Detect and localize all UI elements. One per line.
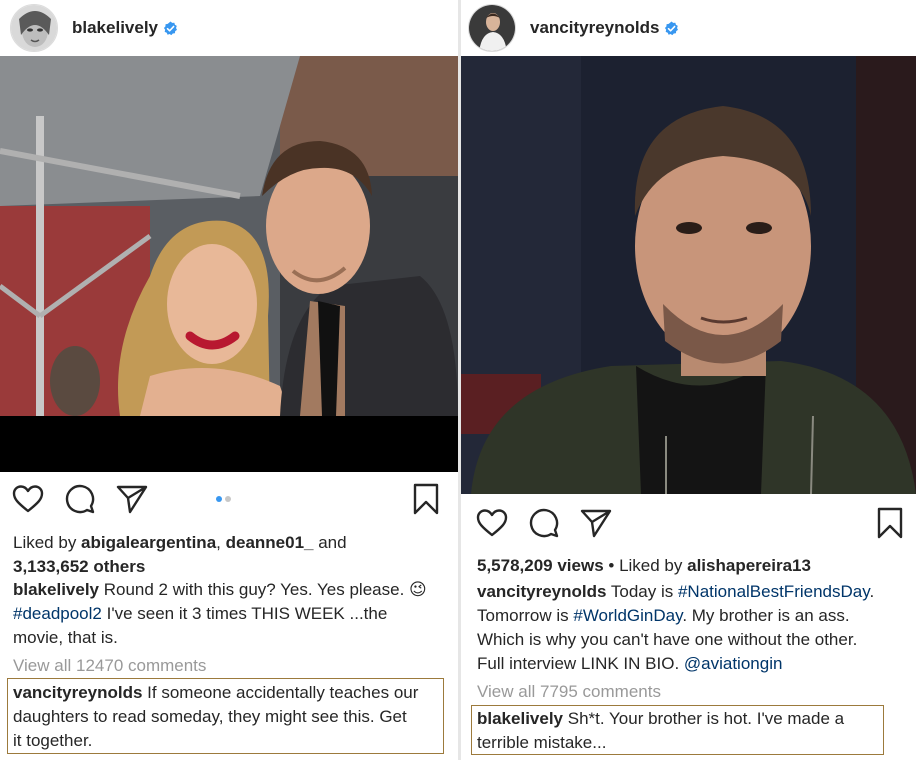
comment-text: daughters to read someday, they might se… <box>13 707 407 726</box>
views-count[interactable]: 5,578,209 views <box>477 556 604 575</box>
post-header: blakelively <box>0 0 458 56</box>
carousel-dot-active <box>216 496 222 502</box>
heart-icon <box>476 509 508 537</box>
carousel-indicator <box>216 496 231 502</box>
mention-link[interactable]: @aviationgin <box>684 654 783 673</box>
comment-icon <box>529 508 559 538</box>
avatar[interactable] <box>468 4 516 52</box>
likes-summary: Liked by abigaleargentina, deanne01_ and… <box>13 531 453 579</box>
caption-text: Today is <box>606 582 678 601</box>
like-button[interactable] <box>11 482 45 516</box>
carousel-dot <box>225 496 231 502</box>
hashtag-link[interactable]: #WorldGinDay <box>573 606 682 625</box>
liked-user-link[interactable]: alishapereira13 <box>687 556 811 575</box>
comment: blakelively Sh*t. Your brother is hot. I… <box>477 707 913 755</box>
comment: vancityreynolds If someone accidentally … <box>13 681 453 753</box>
username[interactable]: vancityreynolds <box>530 18 659 38</box>
comment-text: terrible mistake... <box>477 733 607 752</box>
comment-text: it together. <box>13 731 93 750</box>
caption-text: Full interview LINK IN BIO. <box>477 654 684 673</box>
liked-by-label: • Liked by <box>603 556 688 575</box>
view-all-comments-link[interactable]: View all 7795 comments <box>477 680 913 704</box>
hashtag-link[interactable]: #deadpool2 <box>13 604 102 623</box>
caption-text: movie, that is. <box>13 628 118 647</box>
interview-video-frame <box>461 56 916 494</box>
post-actions <box>0 482 458 522</box>
username[interactable]: blakelively <box>72 18 158 38</box>
save-button[interactable] <box>409 482 443 516</box>
post-video[interactable] <box>461 56 916 494</box>
bookmark-icon <box>877 507 903 539</box>
verified-badge-icon <box>163 20 177 35</box>
post-caption: vancityreynolds Today is #NationalBestFr… <box>477 580 913 676</box>
post-actions <box>461 506 916 546</box>
share-icon <box>580 509 612 538</box>
like-button[interactable] <box>475 506 509 540</box>
comment-username[interactable]: vancityreynolds <box>13 683 142 702</box>
comment-username[interactable]: blakelively <box>477 709 563 728</box>
caption-username[interactable]: vancityreynolds <box>477 582 606 601</box>
caption-text: Tomorrow is <box>477 606 574 625</box>
share-button[interactable] <box>579 506 613 540</box>
comment-button[interactable] <box>527 506 561 540</box>
liked-user-link[interactable]: deanne01_ <box>226 533 314 552</box>
caption-text: . <box>869 582 875 601</box>
bookmark-icon <box>413 483 439 515</box>
caption-text: Which is why you can't have one without … <box>477 630 858 649</box>
liked-others-link[interactable]: 3,133,652 others <box>13 555 453 579</box>
heart-icon <box>12 485 44 513</box>
caption-username[interactable]: blakelively <box>13 580 99 599</box>
liked-by-label: Liked by <box>13 533 82 552</box>
liked-user-link[interactable]: abigaleargentina <box>81 533 216 552</box>
caption-text: . My brother is an ass. <box>682 606 850 625</box>
share-button[interactable] <box>115 482 149 516</box>
post-header: vancityreynolds <box>461 0 916 56</box>
post-right: vancityreynolds 5,578,209 views • Liked … <box>461 0 916 760</box>
liked-and-label: and <box>313 533 347 552</box>
wink-emoji: 😉 <box>409 580 427 599</box>
verified-badge-icon <box>665 20 679 35</box>
couple-selfie-image <box>0 56 458 472</box>
hashtag-link[interactable]: #NationalBestFriendsDay <box>678 582 870 601</box>
views-summary: 5,578,209 views • Liked by alishapereira… <box>477 554 913 578</box>
share-icon <box>116 485 148 514</box>
view-all-comments-link[interactable]: View all 12470 comments <box>13 654 453 678</box>
post-photo[interactable] <box>0 56 458 472</box>
post-left: blakelively Liked by abigaleargentina, d… <box>0 0 458 760</box>
caption-text: I've seen it 3 times THIS WEEK ...the <box>101 604 388 623</box>
save-button[interactable] <box>873 506 907 540</box>
separator: , <box>216 533 226 552</box>
avatar[interactable] <box>10 4 58 52</box>
comment-text: Sh*t. Your brother is hot. I've made a <box>563 709 845 728</box>
post-caption: blakelively Round 2 with this guy? Yes. … <box>13 578 453 650</box>
caption-text: Round 2 with this guy? Yes. Yes please. <box>99 580 410 599</box>
comment-text: If someone accidentally teaches our <box>142 683 419 702</box>
comment-button[interactable] <box>63 482 97 516</box>
comment-icon <box>65 484 95 514</box>
